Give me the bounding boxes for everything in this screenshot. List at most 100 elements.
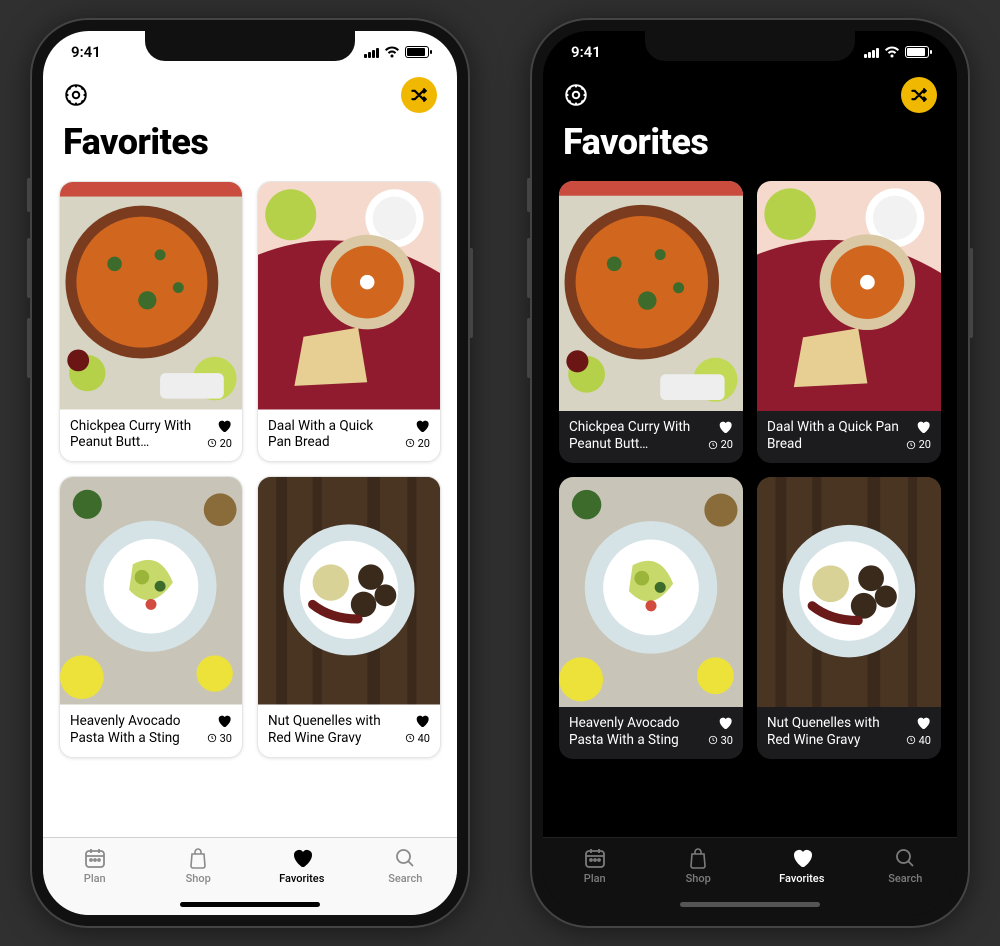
page-title: Favorites (43, 117, 457, 181)
wifi-icon (384, 46, 400, 58)
recipe-card[interactable]: Chickpea Curry With Peanut Butt… 20 (59, 181, 243, 462)
tab-label: Shop (186, 872, 211, 885)
notch (145, 31, 355, 61)
bag-icon (185, 846, 211, 870)
tab-plan[interactable]: Plan (543, 846, 647, 915)
notch (645, 31, 855, 61)
recipe-grid[interactable]: Chickpea Curry With Peanut Butt…20 Daal … (543, 181, 957, 837)
wifi-icon (884, 46, 900, 58)
recipe-card[interactable]: Daal With a Quick Pan Bread20 (757, 181, 941, 463)
app-toolbar (543, 73, 957, 117)
device-frame-light: 9:41 Favorites Chic (30, 18, 470, 928)
calendar-icon (582, 846, 608, 870)
recipe-footer: Nut Quenelles with Red Wine Gravy 40 (258, 705, 440, 757)
recipe-title: Daal With a Quick Pan Bread (268, 418, 399, 452)
clock-icon (708, 735, 718, 745)
recipe-title: Chickpea Curry With Peanut Butt… (569, 419, 702, 453)
power-button (469, 248, 473, 338)
clock-icon (906, 440, 916, 450)
recipe-image (60, 477, 242, 705)
tab-label: Plan (84, 872, 106, 885)
status-time: 9:41 (71, 43, 101, 61)
recipe-time: 30 (708, 734, 733, 747)
heart-icon[interactable] (717, 715, 733, 731)
heart-icon[interactable] (717, 419, 733, 435)
mute-switch (27, 178, 31, 212)
recipe-image (559, 477, 743, 707)
shuffle-icon (909, 85, 929, 105)
recipe-card[interactable]: Daal With a Quick Pan Bread 20 (257, 181, 441, 462)
status-indicators (864, 46, 929, 58)
home-indicator[interactable] (180, 902, 320, 907)
tab-label: Favorites (279, 872, 324, 885)
calendar-icon (82, 846, 108, 870)
recipe-time: 20 (207, 437, 232, 450)
recipe-image (258, 182, 440, 410)
clock-icon (405, 733, 415, 743)
recipe-title: Nut Quenelles with Red Wine Gravy (767, 715, 900, 749)
tab-label: Favorites (779, 872, 824, 885)
clock-icon (207, 733, 217, 743)
recipe-grid[interactable]: Chickpea Curry With Peanut Butt… 20 Daal… (43, 181, 457, 837)
battery-icon (405, 46, 429, 58)
recipe-image (258, 477, 440, 705)
recipe-title: Nut Quenelles with Red Wine Gravy (268, 713, 399, 747)
volume-up (27, 238, 31, 298)
home-indicator[interactable] (680, 902, 820, 907)
recipe-card[interactable]: Nut Quenelles with Red Wine Gravy 40 (257, 476, 441, 757)
recipe-title: Heavenly Avocado Pasta With a Sting (569, 715, 702, 749)
shuffle-button[interactable] (901, 77, 937, 113)
signal-icon (864, 47, 879, 58)
tab-search[interactable]: Search (354, 846, 458, 915)
search-icon (392, 846, 418, 870)
mute-switch (527, 178, 531, 212)
battery-icon (905, 46, 929, 58)
recipe-card[interactable]: Heavenly Avocado Pasta With a Sting 30 (59, 476, 243, 757)
gear-icon[interactable] (563, 82, 589, 108)
clock-icon (405, 438, 415, 448)
heart-icon[interactable] (216, 418, 232, 434)
clock-icon (708, 440, 718, 450)
recipe-image (60, 182, 242, 410)
heart-icon[interactable] (915, 419, 931, 435)
recipe-image (757, 181, 941, 411)
volume-down (527, 318, 531, 378)
status-time: 9:41 (571, 43, 601, 61)
recipe-image (757, 477, 941, 707)
tab-search[interactable]: Search (854, 846, 958, 915)
device-frame-dark: 9:41 Favorites Chickpea Curry With Peanu… (530, 18, 970, 928)
volume-down (27, 318, 31, 378)
bag-icon (685, 846, 711, 870)
recipe-image (559, 181, 743, 411)
recipe-card[interactable]: Chickpea Curry With Peanut Butt…20 (559, 181, 743, 463)
heart-icon[interactable] (915, 715, 931, 731)
tab-label: Search (888, 872, 922, 885)
recipe-title: Heavenly Avocado Pasta With a Sting (70, 713, 201, 747)
page-title: Favorites (543, 117, 957, 181)
recipe-footer: Daal With a Quick Pan Bread 20 (258, 410, 440, 462)
app-toolbar (43, 73, 457, 117)
clock-icon (906, 735, 916, 745)
recipe-time: 40 (405, 732, 430, 745)
search-icon (892, 846, 918, 870)
recipe-time: 40 (906, 734, 931, 747)
heart-icon[interactable] (414, 418, 430, 434)
clock-icon (207, 438, 217, 448)
tab-plan[interactable]: Plan (43, 846, 147, 915)
tab-label: Plan (584, 872, 606, 885)
recipe-card[interactable]: Nut Quenelles with Red Wine Gravy 40 (757, 477, 941, 759)
recipe-time: 30 (207, 732, 232, 745)
recipe-footer: Chickpea Curry With Peanut Butt… 20 (60, 410, 242, 462)
heart-icon[interactable] (414, 713, 430, 729)
recipe-card[interactable]: Heavenly Avocado Pasta With a Sting 30 (559, 477, 743, 759)
volume-up (527, 238, 531, 298)
heart-icon (789, 846, 815, 870)
power-button (969, 248, 973, 338)
heart-icon (289, 846, 315, 870)
shuffle-button[interactable] (401, 77, 437, 113)
tab-label: Shop (686, 872, 711, 885)
heart-icon[interactable] (216, 713, 232, 729)
gear-icon[interactable] (63, 82, 89, 108)
status-indicators (364, 46, 429, 58)
recipe-title: Chickpea Curry With Peanut Butt… (70, 418, 201, 452)
